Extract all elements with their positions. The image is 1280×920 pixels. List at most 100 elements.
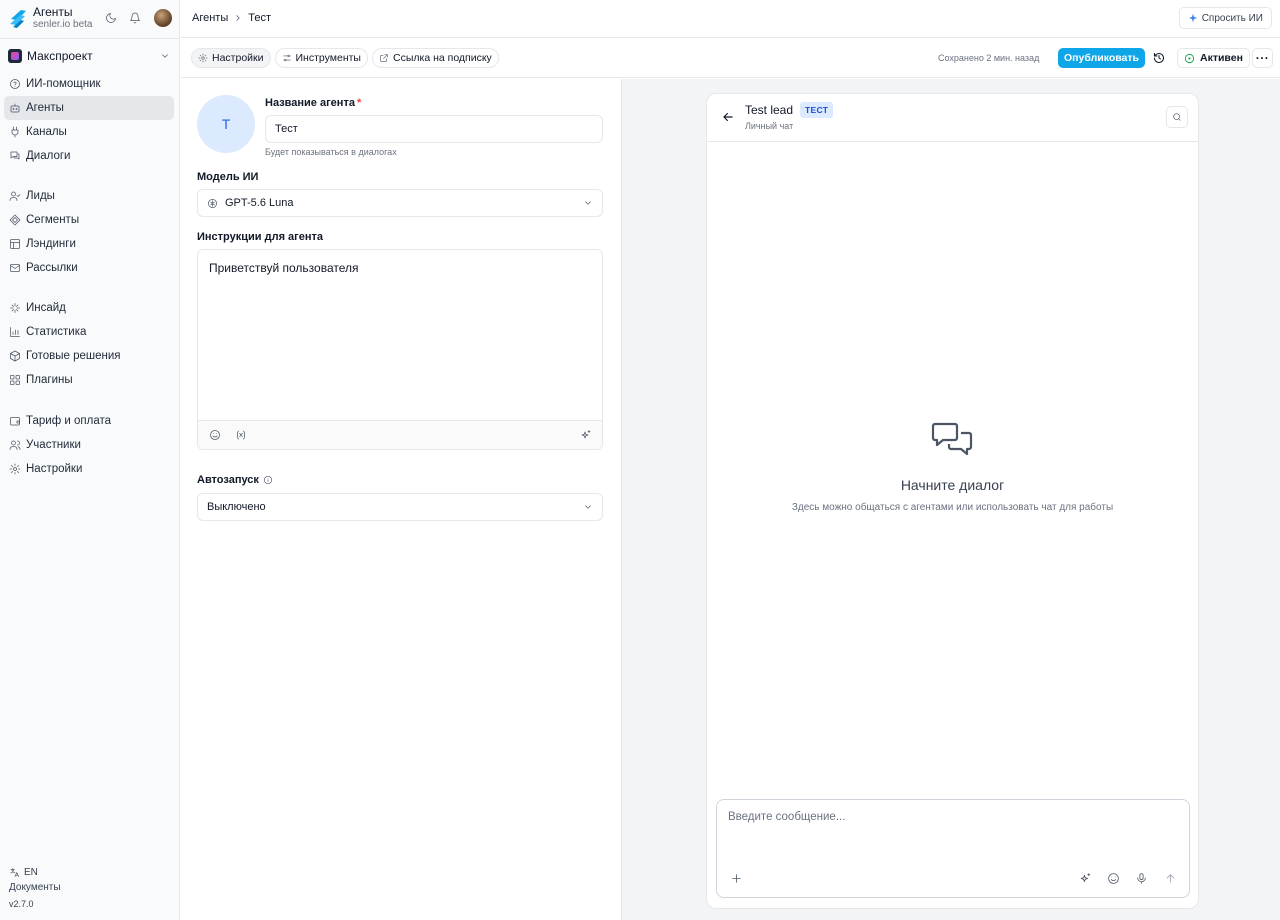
sidebar-item-label: Тариф и оплата [26,415,112,427]
sidebar-item-plugins[interactable]: Плагины [4,368,174,392]
sidebar-item-channels[interactable]: Каналы [4,120,174,144]
instructions-textarea[interactable]: Приветствуй пользователя [197,249,603,450]
brand[interactable]: Агенты senler.io beta [8,5,93,31]
autostart-select[interactable]: Выключено [197,493,603,521]
breadcrumb: Агенты Тест [192,12,271,24]
model-select[interactable]: GPT-5.6 Luna [197,189,603,217]
chat-bubbles-icon [931,422,973,456]
message-input[interactable] [728,811,1168,823]
translate-icon [10,868,19,877]
wallet-icon [10,417,20,426]
nav-group-main: ИИ-помощник Агенты Каналы Диалоги [4,72,174,168]
emoji-icon[interactable] [1107,872,1120,885]
sidebar-item-solutions[interactable]: Готовые решения [4,344,174,368]
sidebar-item-mailings[interactable]: Рассылки [4,256,174,280]
agent-name-label: Название агента * [265,97,361,109]
autostart-label-text: Автозапуск [197,474,259,486]
app-subtitle: senler.io beta [33,19,93,31]
sidebar-item-label: Сегменты [26,214,80,226]
moon-icon[interactable] [103,10,119,26]
users-icon [9,440,21,450]
breadcrumb-parent[interactable]: Агенты [192,12,228,24]
layout-icon [10,239,20,249]
agent-name-input[interactable]: Тест [265,115,603,143]
sidebar-item-settings[interactable]: Настройки [4,457,174,481]
microphone-icon[interactable] [1135,872,1148,885]
question-circle-icon [10,79,20,89]
sidebar-item-ai-assistant[interactable]: ИИ-помощник [4,72,174,96]
project-name: Макспроект [27,49,93,63]
search-icon [1173,113,1181,121]
mail-icon [10,264,20,272]
sidebar-item-agents[interactable]: Агенты [4,96,174,120]
bell-icon[interactable] [127,10,143,26]
send-arrow-up-icon[interactable] [1164,872,1177,885]
nav-group-marketing: Лиды Сегменты Лэндинги Рассылки [4,184,174,280]
status-label: Активен [1200,52,1243,64]
nav-group-analytics: Инсайд Статистика Готовые решения Плагин… [4,296,174,392]
gear-icon [9,463,21,475]
chevron-right-icon [236,15,240,21]
instructions-value: Приветствуй пользователя [209,261,359,275]
box-icon [10,350,20,362]
sidebar-item-label: Настройки [26,463,83,475]
tab-label: Инструменты [295,52,361,64]
project-icon [8,49,22,63]
autostart-value: Выключено [207,501,266,513]
sidebar-item-statistics[interactable]: Статистика [4,320,174,344]
sidebar-item-dialogs[interactable]: Диалоги [4,144,174,168]
user-avatar[interactable] [154,9,172,27]
status-toggle-button[interactable]: Активен [1177,48,1250,68]
top-bar: Агенты Тест Спросить ИИ [181,0,1280,38]
sidebar-item-insight[interactable]: Инсайд [4,296,174,320]
history-icon [1154,53,1164,63]
docs-link[interactable]: Документы [9,882,61,893]
agent-toolbar: Настройки Инструменты Ссылка на подписку… [181,39,1280,78]
version-label: v2.7.0 [9,899,34,909]
variable-icon[interactable] [235,429,247,441]
autostart-label: Автозапуск [197,474,273,486]
sidebar-item-landings[interactable]: Лэндинги [4,232,174,256]
publish-button[interactable]: Опубликовать [1058,48,1145,68]
chat-preview-panel: Test lead ТЕСТ Личный чат Начните диалог… [621,79,1280,920]
sidebar-item-label: Инсайд [26,302,66,314]
sliders-icon [282,54,291,62]
sidebar-item-leads[interactable]: Лиды [4,184,174,208]
senler-logo-icon [10,10,26,29]
agent-avatar[interactable]: Т [197,95,255,153]
tab-subscription-link[interactable]: Ссылка на подписку [371,48,499,68]
sidebar-item-billing[interactable]: Тариф и оплата [4,409,174,433]
sparkle-icon [1188,13,1197,23]
project-switcher[interactable]: Макспроект [8,47,170,65]
agent-name-hint: Будет показываться в диалогах [265,147,397,157]
history-button[interactable] [1151,50,1167,66]
puzzle-icon [10,375,20,385]
breadcrumb-current: Тест [248,12,272,24]
ask-ai-button[interactable]: Спросить ИИ [1178,7,1272,29]
chevron-down-icon [162,54,168,58]
sidebar-divider [0,38,180,39]
info-icon[interactable] [263,475,273,485]
agent-name-value: Тест [275,123,298,135]
play-circle-icon [1184,53,1195,63]
agent-settings-form: Т Название агента * Тест Будет показывать… [181,79,621,920]
chat-search-button[interactable] [1166,106,1188,128]
sidebar-item-label: Лиды [26,190,55,202]
magic-sparkle-icon[interactable] [580,429,592,441]
plus-icon[interactable] [730,872,743,885]
sidebar-item-segments[interactable]: Сегменты [4,208,174,232]
tab-tools[interactable]: Инструменты [274,48,368,68]
magic-sparkle-icon[interactable] [1079,872,1092,885]
arrow-left-icon[interactable] [721,110,735,124]
sidebar-item-label: Рассылки [26,262,78,274]
language-switcher[interactable]: EN [9,867,38,878]
sparkle-icon [10,303,20,313]
more-options-button[interactable]: ··· [1252,48,1273,68]
chat-title: Test lead [745,103,794,117]
emoji-icon[interactable] [209,429,221,441]
tab-label: Настройки [212,52,264,64]
sidebar-item-members[interactable]: Участники [4,433,174,457]
tab-settings[interactable]: Настройки [191,48,271,68]
sidebar-item-label: Статистика [26,326,87,338]
sidebar-item-label: Готовые решения [26,350,121,362]
